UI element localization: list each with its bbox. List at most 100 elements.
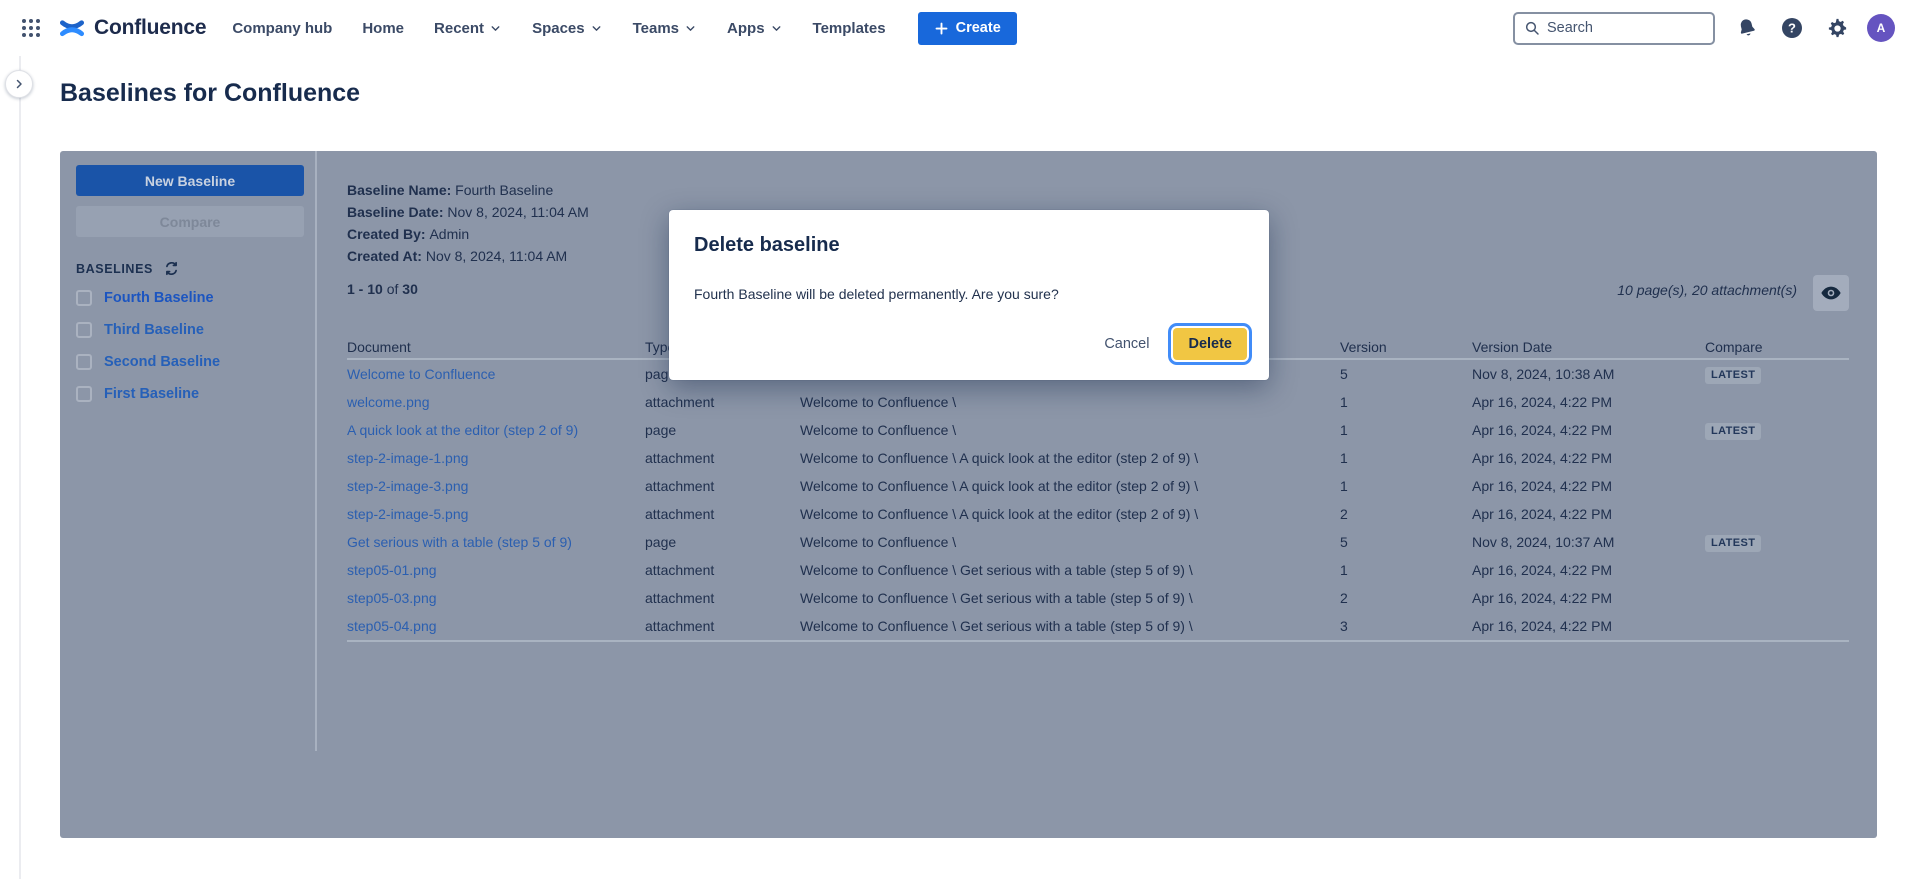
primary-nav: Company hub Home Recent Spaces Teams Apps Temp…	[232, 20, 885, 37]
detail-line-baseline-name: Baseline Name: Fourth Baseline	[347, 179, 589, 201]
left-rail-divider	[19, 56, 21, 879]
table-row: step05-01.pngattachmentWelcome to Conflu…	[347, 556, 1849, 584]
page-title: Baselines for Confluence	[60, 79, 360, 108]
avatar-initial: A	[1877, 21, 1886, 35]
baseline-checkbox[interactable]	[76, 354, 92, 370]
document-version: 1	[1340, 562, 1472, 578]
grid-icon	[21, 18, 41, 38]
detail-line-created-by: Created By: Admin	[347, 223, 589, 245]
version-date: Apr 16, 2024, 4:22 PM	[1472, 506, 1705, 522]
nav-item-home[interactable]: Home	[362, 20, 404, 37]
document-link[interactable]: welcome.png	[347, 394, 430, 410]
column-header-document: Document	[347, 339, 645, 355]
delete-baseline-modal: Delete baseline Fourth Baseline will be …	[669, 210, 1269, 380]
document-link[interactable]: step05-04.png	[347, 618, 437, 634]
baseline-details: Baseline Name: Fourth Baseline Baseline D…	[347, 179, 589, 267]
app-switcher-icon[interactable]	[20, 17, 42, 39]
document-link[interactable]: step-2-image-1.png	[347, 450, 468, 466]
document-type: attachment	[645, 562, 800, 578]
compare-cell: LATEST	[1705, 421, 1849, 440]
document-type: attachment	[645, 506, 800, 522]
chevron-down-icon	[770, 22, 783, 35]
refresh-icon[interactable]	[163, 260, 180, 277]
modal-title: Delete baseline	[694, 234, 840, 257]
document-version: 1	[1340, 422, 1472, 438]
chevron-down-icon	[590, 22, 603, 35]
document-location: Welcome to Confluence \	[800, 422, 1340, 438]
table-body: Welcome to Confluencepage5Nov 8, 2024, 1…	[347, 360, 1849, 642]
documents-table: DocumentTypeVersionVersion DateCompare W…	[347, 336, 1849, 642]
cancel-button[interactable]: Cancel	[1096, 329, 1157, 359]
baseline-link[interactable]: Second Baseline	[104, 354, 220, 370]
sidebar-expand-button[interactable]	[5, 70, 33, 98]
eye-icon	[1820, 282, 1842, 304]
baseline-item-second-baseline[interactable]: Second Baseline	[76, 346, 306, 378]
baseline-checkbox[interactable]	[76, 386, 92, 402]
notifications-button[interactable]	[1734, 15, 1760, 41]
version-date: Apr 16, 2024, 4:22 PM	[1472, 478, 1705, 494]
baseline-link[interactable]: First Baseline	[104, 386, 199, 402]
nav-item-label: Recent	[434, 20, 484, 37]
nav-item-recent[interactable]: Recent	[434, 20, 502, 37]
search-input[interactable]	[1547, 20, 1687, 36]
compare-cell: LATEST	[1705, 533, 1849, 552]
version-date: Apr 16, 2024, 4:22 PM	[1472, 590, 1705, 606]
help-button[interactable]: ?	[1779, 15, 1805, 41]
visibility-toggle-button[interactable]	[1813, 275, 1849, 311]
document-type: attachment	[645, 478, 800, 494]
detail-label: Baseline Name:	[347, 182, 455, 198]
nav-item-company-hub[interactable]: Company hub	[232, 20, 332, 37]
delete-button[interactable]: Delete	[1173, 328, 1247, 360]
table-row: step05-03.pngattachmentWelcome to Conflu…	[347, 584, 1849, 612]
document-location: Welcome to Confluence \ Get serious with…	[800, 618, 1340, 634]
document-version: 2	[1340, 506, 1472, 522]
latest-badge: LATEST	[1705, 367, 1761, 384]
document-version: 3	[1340, 618, 1472, 634]
logo-text: Confluence	[94, 16, 206, 40]
range-total: 30	[402, 281, 418, 297]
chevron-right-icon	[13, 78, 25, 90]
detail-line-created-at: Created At: Nov 8, 2024, 11:04 AM	[347, 245, 589, 267]
settings-button[interactable]	[1824, 15, 1850, 41]
nav-item-apps[interactable]: Apps	[727, 20, 783, 37]
detail-value: Admin	[429, 226, 469, 242]
nav-item-spaces[interactable]: Spaces	[532, 20, 603, 37]
column-header-compare: Compare	[1705, 339, 1849, 355]
nav-item-teams[interactable]: Teams	[633, 20, 697, 37]
document-link[interactable]: step-2-image-5.png	[347, 506, 468, 522]
document-link[interactable]: Get serious with a table (step 5 of 9)	[347, 534, 572, 550]
document-link[interactable]: Welcome to Confluence	[347, 366, 495, 382]
create-button[interactable]: Create	[918, 12, 1017, 45]
baseline-checkbox[interactable]	[76, 322, 92, 338]
baseline-checkbox[interactable]	[76, 290, 92, 306]
baseline-link[interactable]: Third Baseline	[104, 322, 204, 338]
version-date: Apr 16, 2024, 4:22 PM	[1472, 394, 1705, 410]
document-link[interactable]: step05-03.png	[347, 590, 437, 606]
baseline-item-third-baseline[interactable]: Third Baseline	[76, 314, 306, 346]
top-navbar: Confluence Company hub Home Recent Spaces Te…	[0, 0, 1915, 56]
detail-value: Fourth Baseline	[455, 182, 553, 198]
column-header-version-date: Version Date	[1472, 339, 1705, 355]
confluence-logo-icon	[58, 14, 86, 42]
user-avatar[interactable]: A	[1867, 14, 1895, 42]
detail-label: Baseline Date:	[347, 204, 447, 220]
confluence-logo[interactable]: Confluence	[58, 14, 206, 42]
detail-value: Nov 8, 2024, 11:04 AM	[447, 204, 588, 220]
nav-item-templates[interactable]: Templates	[813, 20, 886, 37]
create-button-label: Create	[956, 20, 1001, 36]
nav-item-label: Home	[362, 20, 404, 37]
baseline-item-fourth-baseline[interactable]: Fourth Baseline	[76, 282, 306, 314]
document-link[interactable]: A quick look at the editor (step 2 of 9)	[347, 422, 578, 438]
plus-icon	[934, 21, 949, 36]
document-link[interactable]: step-2-image-3.png	[347, 478, 468, 494]
latest-badge: LATEST	[1705, 535, 1761, 552]
document-version: 2	[1340, 590, 1472, 606]
document-link[interactable]: step05-01.png	[347, 562, 437, 578]
baseline-link[interactable]: Fourth Baseline	[104, 290, 214, 306]
compare-button[interactable]: Compare	[76, 206, 304, 237]
baseline-item-first-baseline[interactable]: First Baseline	[76, 378, 306, 410]
document-version: 5	[1340, 534, 1472, 550]
document-version: 1	[1340, 478, 1472, 494]
result-range: 1 - 10 of 30	[347, 281, 418, 297]
new-baseline-button[interactable]: New Baseline	[76, 165, 304, 196]
